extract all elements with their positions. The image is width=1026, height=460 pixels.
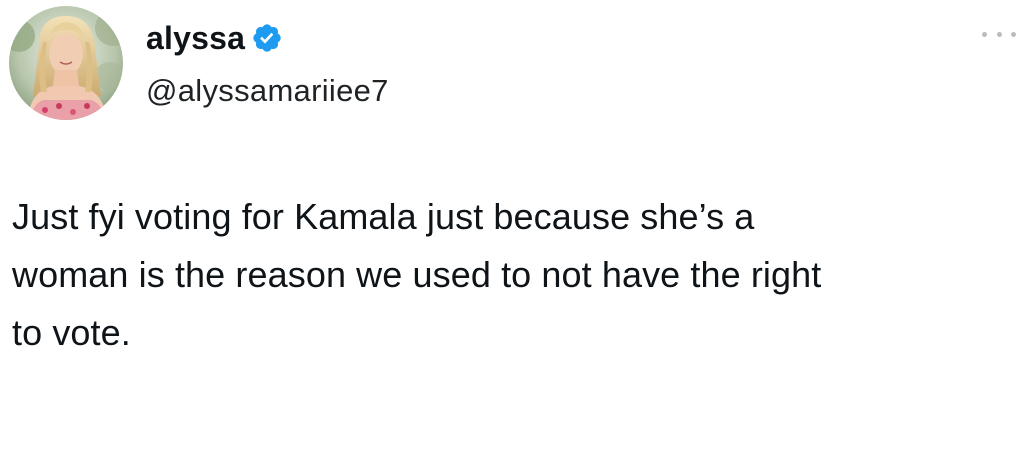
tweet-text-line: Just fyi voting for Kamala just because … [12, 196, 755, 237]
tweet-card: alyssa @alyssamariiee7 Just fyi voting f… [0, 0, 1026, 460]
verified-badge-icon [251, 22, 283, 54]
profile-photo-icon [9, 6, 123, 120]
tweet-text-line: to vote. [12, 312, 131, 353]
author-name-row[interactable]: alyssa [146, 18, 283, 58]
user-handle[interactable]: @alyssamariiee7 [146, 75, 389, 106]
dot [982, 31, 987, 37]
tweet-text-line: woman is the reason we used to not have … [12, 254, 822, 295]
dot [1011, 31, 1016, 37]
tweet-text: Just fyi voting for Kamala just because … [12, 188, 1012, 362]
display-name[interactable]: alyssa [146, 22, 245, 54]
avatar[interactable] [9, 6, 123, 120]
more-options-icon[interactable] [982, 24, 1016, 44]
dot [996, 31, 1002, 37]
